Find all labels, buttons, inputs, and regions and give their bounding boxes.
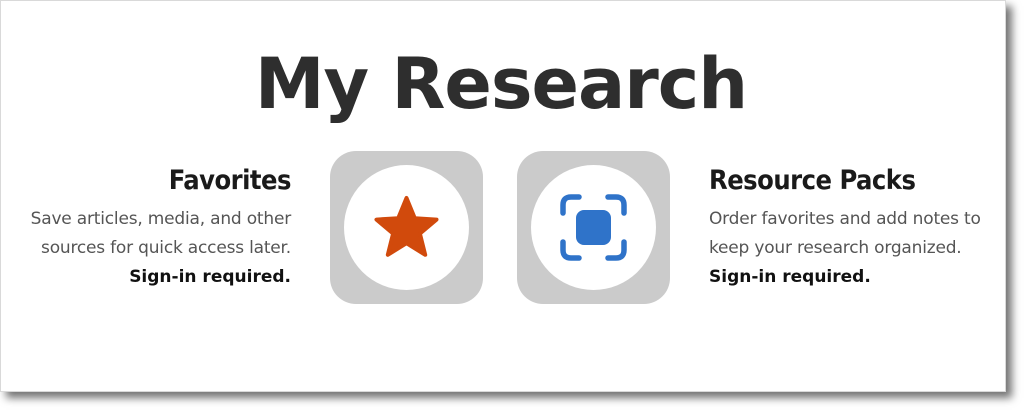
my-research-card: My Research Favorites Save articles, med…: [0, 0, 1006, 392]
resource-packs-section: Resource Packs Order favorites and add n…: [709, 163, 1009, 291]
resource-packs-description-line1: Order favorites and add notes to: [709, 209, 981, 229]
page-title: My Research: [254, 43, 748, 125]
resource-packs-signin-required: Sign-in required.: [709, 267, 871, 287]
focus-square-icon: [560, 194, 627, 261]
resource-packs-description: Order favorites and add notes to keep yo…: [709, 205, 1009, 263]
favorites-description-line2: sources for quick access later.: [41, 238, 291, 258]
star-icon: [374, 196, 439, 257]
resource-packs-description-line2: keep your research organized.: [709, 238, 962, 258]
favorites-heading: Favorites: [168, 165, 292, 196]
resource-packs-tile-button[interactable]: [517, 151, 670, 304]
resource-packs-heading: Resource Packs: [709, 165, 916, 196]
favorites-tile-button[interactable]: [330, 151, 483, 304]
favorites-signin-required: Sign-in required.: [129, 267, 291, 287]
favorites-section: Favorites Save articles, media, and othe…: [1, 163, 292, 291]
favorites-description-line1: Save articles, media, and other: [30, 209, 292, 229]
favorites-description: Save articles, media, and other sources …: [1, 205, 292, 263]
